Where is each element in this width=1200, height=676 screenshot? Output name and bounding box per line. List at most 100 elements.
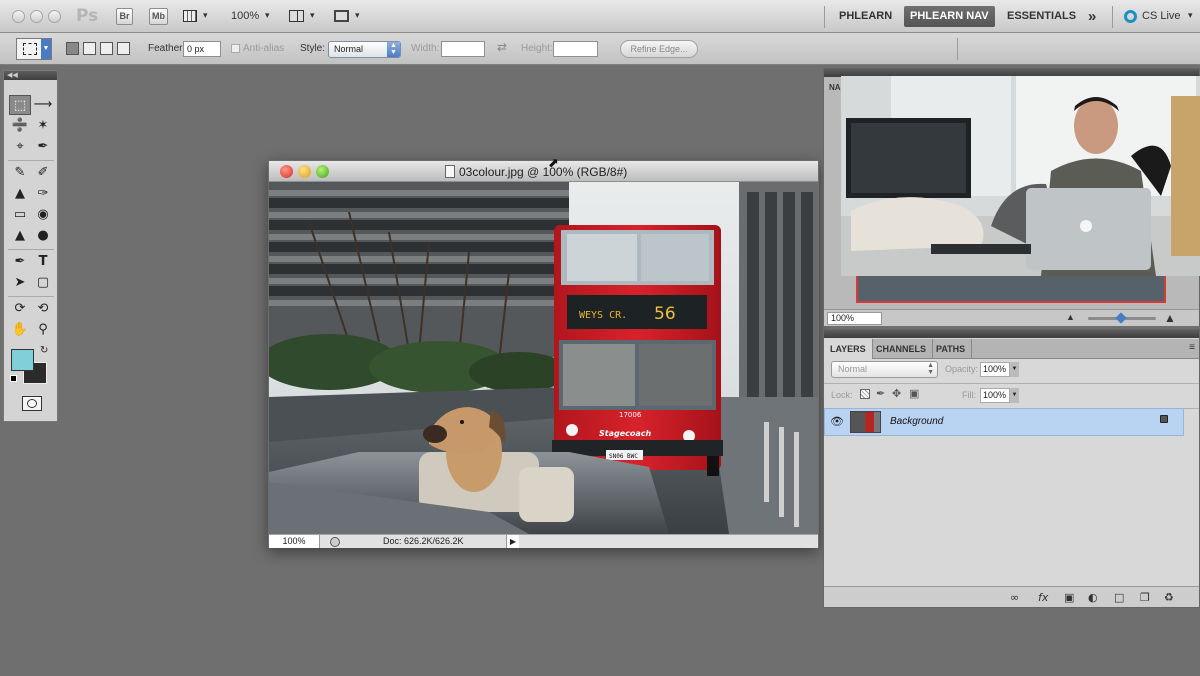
pen-tool-icon[interactable]: ✒ xyxy=(9,252,31,272)
opacity-dropdown-icon[interactable]: ▼ xyxy=(1010,362,1019,377)
style-select[interactable]: Normal ▲ ▼ xyxy=(328,41,401,58)
3d-rotate-tool-icon[interactable]: ⟳ xyxy=(9,299,31,319)
navigator-tab[interactable]: NA xyxy=(829,83,841,92)
fill-label: Fill: xyxy=(962,390,976,400)
zoom-document-button[interactable] xyxy=(316,165,329,178)
extras-menu-button[interactable]: ▾ xyxy=(183,9,213,24)
new-layer-icon[interactable]: ❐ xyxy=(1140,591,1150,604)
screen-mode-button[interactable]: ▾ xyxy=(334,9,364,24)
anti-alias-checkbox[interactable] xyxy=(231,44,240,53)
layer-row-background[interactable]: 👁 Background xyxy=(824,408,1184,436)
quick-mask-icon[interactable] xyxy=(22,396,42,411)
workspace-essentials[interactable]: ESSENTIALS xyxy=(1001,6,1082,27)
zoom-slider[interactable] xyxy=(1088,312,1156,324)
hand-tool-icon[interactable]: ✋ xyxy=(9,320,31,340)
new-selection-icon[interactable] xyxy=(66,42,79,55)
opacity-input[interactable]: 100% xyxy=(980,362,1010,377)
refine-edge-button[interactable]: Refine Edge... xyxy=(620,40,698,58)
status-info-icon[interactable] xyxy=(330,537,340,547)
bridge-button[interactable]: Br xyxy=(116,8,133,25)
new-group-icon[interactable]: □ xyxy=(1114,591,1124,604)
tab-channels[interactable]: CHANNELS xyxy=(870,339,934,359)
lock-position-icon[interactable]: ✥ xyxy=(892,387,901,400)
zoom-window-button[interactable] xyxy=(48,10,61,23)
status-menu-arrow-icon[interactable]: ▶ xyxy=(506,535,519,548)
default-colors-icon[interactable] xyxy=(10,375,17,382)
feather-input[interactable]: 0 px xyxy=(183,41,221,57)
height-label: Height: xyxy=(521,43,553,54)
crop-tool-icon[interactable]: ⌖ xyxy=(9,137,31,157)
close-document-button[interactable] xyxy=(280,165,293,178)
paint-bucket-tool-icon[interactable]: ◉ xyxy=(32,205,54,225)
visibility-eye-icon[interactable]: 👁 xyxy=(830,415,844,428)
width-input[interactable] xyxy=(441,41,485,57)
arrange-icon xyxy=(289,10,304,22)
move-tool-icon[interactable]: ⟶ xyxy=(32,95,54,115)
lasso-tool-icon[interactable]: ➗ xyxy=(9,116,31,136)
mini-bridge-button[interactable]: Mb xyxy=(149,8,168,25)
minimize-window-button[interactable] xyxy=(30,10,43,23)
eraser-tool-icon[interactable]: ▭ xyxy=(9,205,31,225)
lock-image-icon[interactable]: ✒ xyxy=(876,387,885,400)
link-layers-icon[interactable]: ∞ xyxy=(1010,591,1019,604)
workspace-phlearn[interactable]: PHLEARN xyxy=(833,6,898,27)
dodge-tool-icon[interactable]: ● xyxy=(32,226,54,246)
foreground-color-swatch[interactable] xyxy=(11,349,34,371)
tab-layers[interactable]: LAYERS xyxy=(824,339,873,359)
path-selection-tool-icon[interactable]: ➤ xyxy=(9,273,31,293)
intersect-selection-icon[interactable] xyxy=(117,42,130,55)
clone-stamp-tool-icon[interactable]: ▲ xyxy=(9,184,31,204)
height-input[interactable] xyxy=(553,41,598,57)
layer-style-icon[interactable]: fx xyxy=(1038,591,1048,604)
document-title-bar[interactable]: 03colour.jpg @ 100% (RGB/8#) xyxy=(269,161,818,182)
status-zoom-field[interactable]: 100% xyxy=(269,535,320,548)
zoom-tool-icon[interactable]: ⚲ xyxy=(32,320,54,340)
add-to-selection-icon[interactable] xyxy=(83,42,96,55)
trash-icon[interactable]: ♻ xyxy=(1164,591,1174,604)
blend-mode-select[interactable]: Normal ▲ ▼ xyxy=(831,361,938,378)
divider xyxy=(824,6,825,28)
navigator-zoom-input[interactable]: 100% xyxy=(827,312,882,325)
fill-dropdown-icon[interactable]: ▼ xyxy=(1010,388,1019,403)
adjustment-layer-icon[interactable]: ◐ xyxy=(1088,591,1098,604)
history-brush-tool-icon[interactable]: ✑ xyxy=(32,184,54,204)
workspace-phlearn-nav[interactable]: PHLEARN NAV xyxy=(904,6,995,27)
type-tool-icon[interactable]: T xyxy=(32,252,54,272)
rectangle-tool-icon[interactable]: ▢ xyxy=(32,273,54,293)
zoom-out-icon[interactable]: ▲ xyxy=(1066,312,1075,322)
swap-dimensions-icon[interactable]: ⇄ xyxy=(497,40,507,54)
3d-orbit-tool-icon[interactable]: ⟲ xyxy=(32,299,54,319)
chevron-down-icon: ▾ xyxy=(355,10,360,20)
tools-panel: ◀◀ ⬚ ⟶ ➗ ✶ ⌖ ✒ ✎ ✐ ▲ ✑ ▭ ◉ ▲ ● ✒ T ➤ ▢ ⟳… xyxy=(3,70,58,422)
rectangular-marquee-tool-icon[interactable]: ⬚ xyxy=(9,95,31,115)
blur-tool-icon[interactable]: ▲ xyxy=(9,226,31,246)
subtract-from-selection-icon[interactable] xyxy=(100,42,113,55)
eyedropper-tool-icon[interactable]: ✒ xyxy=(32,137,54,157)
document-canvas[interactable]: WEYS CR. 56 17006 Stagecoach SN06 BWC xyxy=(269,182,818,534)
divider xyxy=(8,296,54,297)
zoom-slider-thumb[interactable] xyxy=(1115,312,1127,324)
brush-tool-icon[interactable]: ✐ xyxy=(32,163,54,183)
zoom-level-menu[interactable]: 100% ▾ xyxy=(230,0,275,33)
zoom-in-icon[interactable]: ▲ xyxy=(1164,311,1176,325)
more-workspaces-button[interactable]: » xyxy=(1082,6,1102,27)
arrange-documents-button[interactable]: ▾ xyxy=(289,9,319,24)
layer-mask-icon[interactable]: ▣ xyxy=(1064,591,1074,604)
fill-input[interactable]: 100% xyxy=(980,388,1010,403)
swap-colors-icon[interactable]: ↻ xyxy=(40,345,48,356)
lock-transparency-icon[interactable] xyxy=(860,389,870,399)
magic-wand-tool-icon[interactable]: ✶ xyxy=(32,116,54,136)
chevron-down-icon: ▼ xyxy=(41,39,51,59)
healing-brush-tool-icon[interactable]: ✎ xyxy=(9,163,31,183)
bus-brand-text: Stagecoach xyxy=(599,429,652,438)
tools-panel-header[interactable]: ◀◀ xyxy=(4,71,57,80)
layers-panel-header[interactable] xyxy=(824,330,1199,338)
tool-preset-picker[interactable]: ▼ xyxy=(16,38,52,60)
cs-live-menu[interactable]: CS Live ▾ xyxy=(1120,6,1196,27)
tab-paths[interactable]: PATHS xyxy=(930,339,973,359)
minimize-document-button[interactable] xyxy=(298,165,311,178)
panel-menu-icon[interactable]: ≡ xyxy=(1189,342,1195,353)
close-window-button[interactable] xyxy=(12,10,25,23)
lock-all-icon[interactable]: ▣ xyxy=(909,387,919,400)
chevron-down-icon: ▾ xyxy=(265,10,270,20)
